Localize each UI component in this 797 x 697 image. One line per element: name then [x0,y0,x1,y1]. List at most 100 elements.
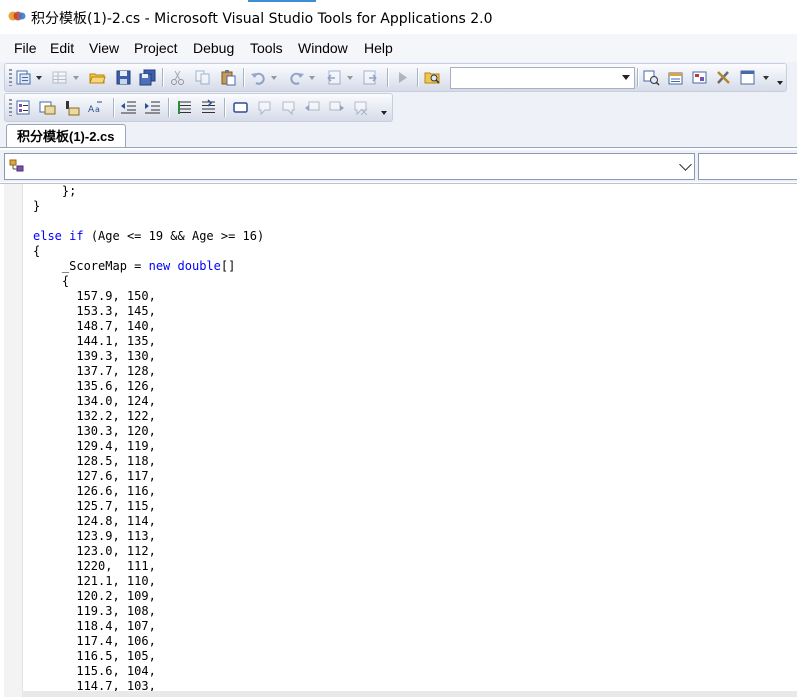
code-line[interactable]: 124.8, 114, [33,514,264,529]
menu-debug[interactable]: Debug [193,40,234,56]
code-line[interactable]: 120.2, 109, [33,589,264,604]
navigate-forward-icon[interactable] [361,69,378,86]
navigate-back-dropdown[interactable] [347,76,353,80]
code-line[interactable]: 134.0, 124, [33,394,264,409]
previous-bookmark-in-folder-icon[interactable] [304,99,321,116]
code-line[interactable]: 121.1, 110, [33,574,264,589]
window-title: 积分模板(1)-2.cs - Microsoft Visual Studio T… [31,11,493,27]
chevron-down-icon[interactable] [622,75,630,80]
solution-explorer-dropdown[interactable] [36,76,42,80]
code-line[interactable]: 130.3, 120, [33,424,264,439]
code-line[interactable]: 148.7, 140, [33,319,264,334]
grid-icon[interactable] [51,69,68,86]
open-icon[interactable] [89,69,106,86]
tab-document[interactable]: 积分模板(1)-2.cs [6,124,126,149]
navigate-back-icon[interactable] [326,69,343,86]
code-line[interactable]: 139.3, 130, [33,349,264,364]
complete-word-icon[interactable]: Aa [87,99,104,116]
increase-indent-icon[interactable] [144,99,161,116]
editor-gutter[interactable] [4,184,23,697]
previous-bookmark-icon[interactable] [256,99,273,116]
toolbar-options-icon[interactable] [381,111,387,115]
cut-icon[interactable] [169,69,186,86]
save-icon[interactable] [115,69,132,86]
code-line[interactable]: 1220, 111, [33,559,264,574]
object-browser-icon[interactable] [691,69,708,86]
find-combo-box[interactable] [450,67,635,89]
menu-file[interactable]: File [14,40,37,56]
code-line[interactable]: 132.2, 122, [33,409,264,424]
code-line[interactable]: }; [33,184,264,199]
menu-view[interactable]: View [89,40,119,56]
code-line[interactable]: } [33,199,264,214]
code-line[interactable]: 117.4, 106, [33,634,264,649]
code-line[interactable]: 123.0, 112, [33,544,264,559]
display-members-icon[interactable] [15,99,32,116]
code-line[interactable]: 123.9, 113, [33,529,264,544]
uncomment-lines-icon[interactable] [200,99,217,116]
code-line[interactable]: 126.6, 116, [33,484,264,499]
code-text-area[interactable]: };} else if (Age <= 19 && Age >= 16){ _Sc… [33,184,264,694]
next-bookmark-icon[interactable] [280,99,297,116]
types-dropdown[interactable] [4,153,695,180]
undo-icon[interactable] [250,69,267,86]
code-line[interactable]: 144.1, 135, [33,334,264,349]
code-line[interactable]: { [33,244,264,259]
code-line[interactable]: 118.4, 107, [33,619,264,634]
decrease-indent-icon[interactable] [120,99,137,116]
start-icon[interactable] [394,69,411,86]
find-in-files-icon[interactable] [424,69,441,86]
properties-icon[interactable] [667,69,684,86]
redo-dropdown[interactable] [309,76,315,80]
toggle-bookmark-icon[interactable] [232,99,249,116]
solution-explorer-window-icon[interactable] [643,69,660,86]
code-line[interactable]: 115.6, 104, [33,664,264,679]
other-windows-icon[interactable] [739,69,756,86]
code-line[interactable]: 119.3, 108, [33,604,264,619]
code-line[interactable] [33,214,264,229]
grid-dropdown[interactable] [73,76,79,80]
code-line[interactable]: 153.3, 145, [33,304,264,319]
comment-lines-icon[interactable] [176,99,193,116]
next-bookmark-in-folder-icon[interactable] [328,99,345,116]
menu-bar: File Edit View Project Debug Tools Windo… [0,34,797,62]
toolbar-options-icon[interactable] [777,81,783,85]
navigation-bar [0,150,797,182]
solution-explorer-icon[interactable] [15,69,32,86]
code-line[interactable]: 125.7, 115, [33,499,264,514]
toolbar-grip[interactable] [9,99,12,116]
menu-edit[interactable]: Edit [50,40,74,56]
paste-icon[interactable] [220,69,237,86]
chevron-down-icon[interactable] [679,158,692,171]
members-dropdown[interactable] [698,153,797,180]
menu-help[interactable]: Help [364,40,393,56]
keyword-token: new [148,259,171,273]
code-line[interactable]: 137.7, 128, [33,364,264,379]
code-editor[interactable]: };} else if (Age <= 19 && Age >= 16){ _Sc… [0,183,797,697]
code-line[interactable]: 129.4, 119, [33,439,264,454]
copy-icon[interactable] [194,69,211,86]
menu-window[interactable]: Window [298,40,348,56]
redo-icon[interactable] [288,69,305,86]
quick-info-icon[interactable] [63,99,80,116]
svg-text:A: A [88,105,95,115]
code-line[interactable]: 135.6, 126, [33,379,264,394]
code-line[interactable]: 157.9, 150, [33,289,264,304]
code-line[interactable]: 127.6, 117, [33,469,264,484]
menu-project[interactable]: Project [134,40,178,56]
parameter-info-icon[interactable] [39,99,56,116]
code-line[interactable]: 128.5, 118, [33,454,264,469]
save-all-icon[interactable] [139,69,156,86]
undo-dropdown[interactable] [271,76,277,80]
code-line[interactable]: else if (Age <= 19 && Age >= 16) [33,229,264,244]
code-line[interactable]: _ScoreMap = new double[] [33,259,264,274]
other-windows-dropdown[interactable] [763,76,769,80]
menu-tools[interactable]: Tools [250,40,283,56]
tools-icon[interactable] [715,69,732,86]
clear-bookmarks-icon[interactable] [352,99,369,116]
horizontal-scrollbar[interactable] [22,691,797,697]
code-line[interactable]: { [33,274,264,289]
toolbar-grip[interactable] [9,69,12,86]
code-line[interactable]: 116.5, 105, [33,649,264,664]
class-icon [9,159,24,172]
